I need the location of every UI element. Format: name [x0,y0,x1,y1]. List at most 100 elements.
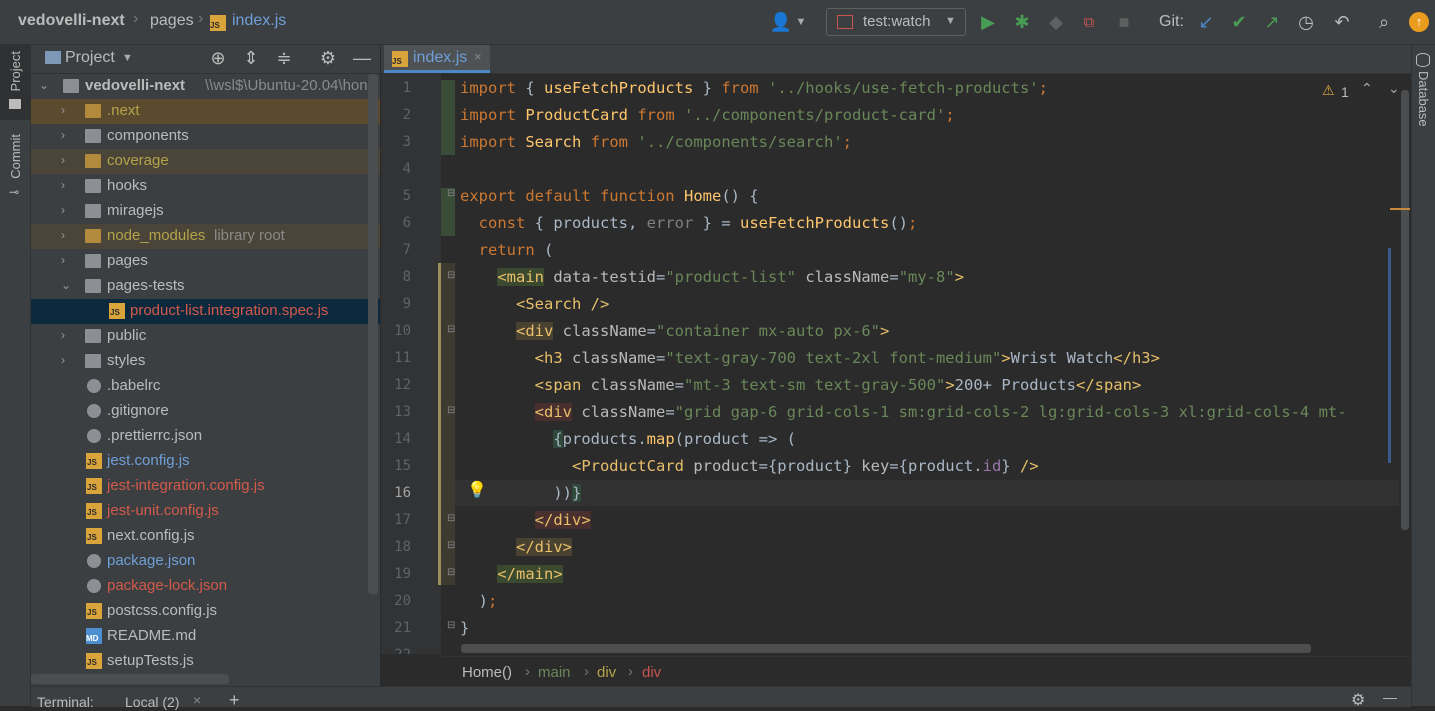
right-tool-strip: Database [1411,45,1435,706]
gear-icon[interactable]: ⚙ [1351,690,1365,710]
tree-item[interactable]: MD README.md [31,624,380,649]
breadcrumb-function[interactable]: Home() [462,664,512,681]
fold-icon[interactable]: ⊟ [447,405,455,416]
editor-horizontal-scrollbar[interactable] [461,644,1311,653]
update-icon[interactable]: ↑ [1409,12,1429,32]
tree-item[interactable]: .gitignore [31,399,380,424]
breadcrumb-folder[interactable]: pages [150,12,194,30]
project-horizontal-scrollbar[interactable] [31,674,229,684]
commit-icon[interactable]: ✔ [1228,11,1250,33]
tree-row-root[interactable]: ⌄ vedovelli-next \\wsl$\Ubuntu-20.04\hon [31,74,380,99]
tree-item[interactable]: JS next.config.js [31,524,380,549]
editor-vertical-scroll-thumb[interactable] [1401,90,1409,530]
chevron-down-icon[interactable]: ▼ [790,11,812,33]
close-icon[interactable]: × [474,49,482,64]
breadcrumb-main[interactable]: main [538,664,571,681]
collapse-all-icon[interactable]: ≑ [273,47,295,69]
debug-icon[interactable]: ✱ [1011,11,1033,33]
push-icon[interactable]: ↗ [1261,11,1283,33]
tree-item[interactable]: JS jest-integration.config.js [31,474,380,499]
tree-item[interactable]: › node_modules library root [31,224,380,249]
chevron-right-icon[interactable]: › [61,328,65,342]
tree-item-label: next.config.js [107,527,195,544]
chevron-down-icon[interactable]: ▼ [122,52,133,64]
tree-item[interactable]: › miragejs [31,199,380,224]
tree-item[interactable]: package-lock.json [31,574,380,599]
tree-item[interactable]: › pages [31,249,380,274]
tree-item[interactable]: ⌄ pages-tests [31,274,380,299]
search-icon[interactable]: ⌕ [1373,11,1395,33]
profile-icon[interactable]: ⧉ [1078,11,1100,33]
editor-tab[interactable]: JS index.js × [384,45,490,73]
chevron-right-icon[interactable]: › [61,103,65,117]
tree-item[interactable]: .prettierrc.json [31,424,380,449]
hide-icon[interactable]: — [351,47,373,69]
database-icon[interactable] [1416,53,1430,67]
hide-icon[interactable]: — [1383,689,1397,705]
breadcrumb-div[interactable]: div [642,664,661,681]
tree-item[interactable]: JS postcss.config.js [31,599,380,624]
commit-tool-button[interactable]: Commit ⊸ [0,130,30,205]
update-project-icon[interactable]: ↙ [1195,11,1217,33]
tree-item[interactable]: .babelrc [31,374,380,399]
project-scrollbar[interactable] [368,74,378,594]
terminal-tab[interactable]: Local (2) [125,694,179,710]
chevron-right-icon[interactable]: › [61,253,65,267]
fold-icon[interactable]: ⊟ [447,513,455,524]
next-highlight-icon[interactable]: ⌄ [1388,80,1400,97]
breadcrumb-div[interactable]: div [597,664,616,681]
warning-count[interactable]: 1 [1341,84,1349,100]
expand-all-icon[interactable]: ⇕ [240,47,262,69]
run-configuration-select[interactable]: test:watch ▼ [826,8,966,36]
chevron-down-icon[interactable]: ⌄ [39,78,49,92]
database-tool-label[interactable]: Database [1416,71,1431,127]
add-icon[interactable]: + [229,690,240,711]
fold-icon[interactable]: ⊟ [447,188,455,199]
breadcrumb-separator: › [525,663,530,680]
tree-item-label: jest.config.js [107,452,190,469]
fold-icon[interactable]: ⊟ [447,324,455,335]
fold-icon[interactable]: ⊟ [447,567,455,578]
tree-item[interactable]: package.json [31,549,380,574]
chevron-right-icon[interactable]: › [61,353,65,367]
code-line: const { products, error } = useFetchProd… [478,214,918,232]
chevron-right-icon[interactable]: › [61,228,65,242]
project-tool-button[interactable]: Project [0,45,30,120]
breadcrumb-project[interactable]: vedovelli-next [18,12,125,30]
tree-item[interactable]: JS jest.config.js [31,449,380,474]
user-icon[interactable]: 👤 [770,11,792,33]
tree-item[interactable]: JS setupTests.js [31,649,380,674]
project-panel-title[interactable]: Project [65,49,115,67]
breadcrumb-file[interactable]: index.js [232,12,286,30]
fold-icon[interactable]: ⊟ [447,270,455,281]
history-icon[interactable]: ◷ [1295,11,1317,33]
locate-icon[interactable]: ⊕ [207,47,229,69]
tree-item[interactable]: › components [31,124,380,149]
folder-icon [85,229,101,243]
tree-item-selected[interactable]: JS product-list.integration.spec.js [31,299,380,324]
tree-item[interactable]: › styles [31,349,380,374]
run-icon[interactable]: ▶ [977,11,999,33]
stop-icon[interactable]: ■ [1113,11,1135,33]
tree-item[interactable]: › public [31,324,380,349]
gear-icon[interactable]: ⚙ [317,47,339,69]
warning-scroll-marker [1390,208,1410,210]
fold-icon[interactable]: ⊟ [447,540,455,551]
chevron-right-icon[interactable]: › [61,128,65,142]
warning-icon[interactable]: ⚠ [1322,82,1335,99]
chevron-right-icon[interactable]: › [61,178,65,192]
line-number: 18 [394,539,411,555]
chevron-right-icon[interactable]: › [61,203,65,217]
tree-item[interactable]: › .next [31,99,380,124]
tree-item[interactable]: › hooks [31,174,380,199]
fold-icon[interactable]: ⊟ [447,620,455,631]
previous-highlight-icon[interactable]: ⌃ [1361,80,1373,97]
line-number: 9 [402,296,411,312]
tree-item[interactable]: › coverage [31,149,380,174]
chevron-down-icon[interactable]: ⌄ [61,278,71,292]
chevron-right-icon[interactable]: › [61,153,65,167]
tree-item[interactable]: JS jest-unit.config.js [31,499,380,524]
navigation-bar: vedovelli-next › pages › JS index.js 👤 ▼… [0,0,1435,45]
rollback-icon[interactable]: ↶ [1331,11,1353,33]
coverage-icon[interactable]: ◆ [1045,11,1067,33]
